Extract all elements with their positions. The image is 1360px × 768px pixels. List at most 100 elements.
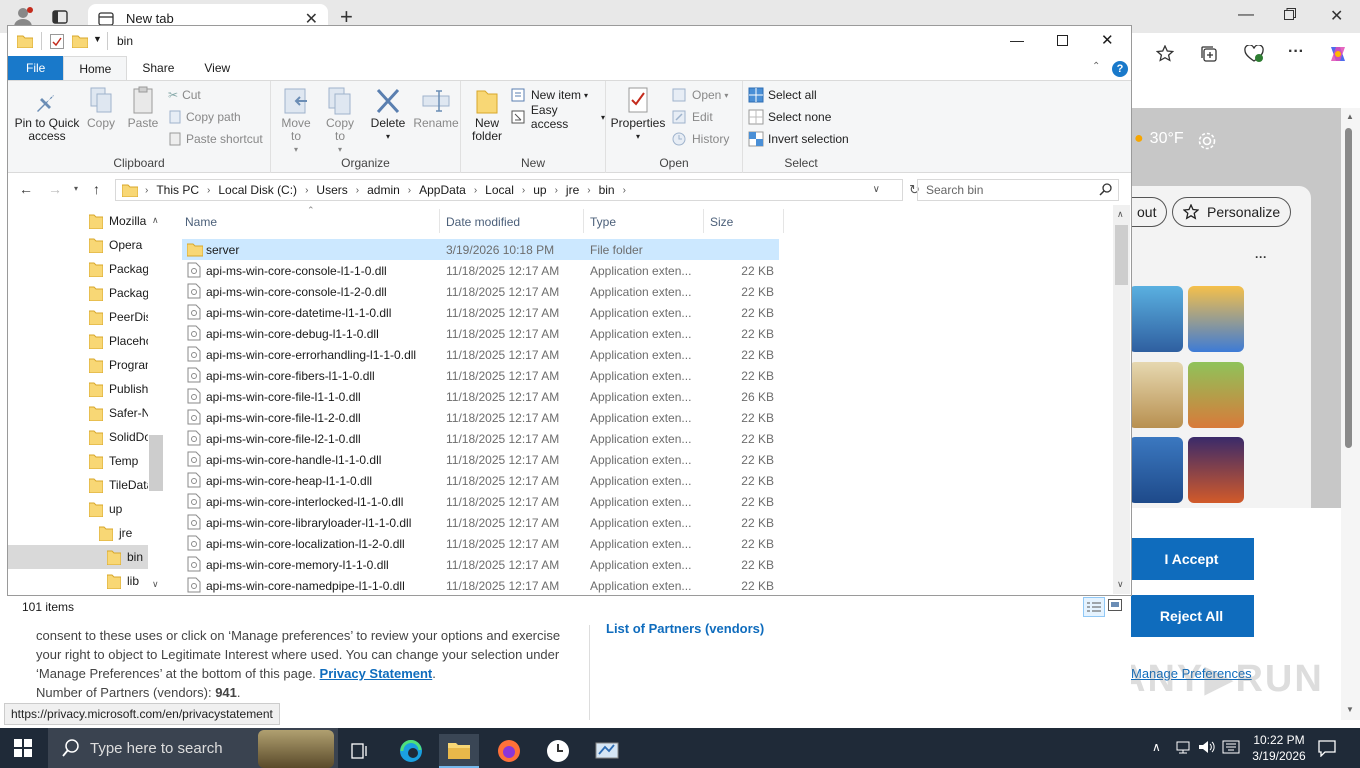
- file-row[interactable]: server 3/19/2026 10:18 PM File folder: [182, 239, 779, 260]
- reject-all-button[interactable]: Reject All: [1129, 595, 1254, 637]
- page-settings-icon[interactable]: [1197, 131, 1217, 151]
- file-row[interactable]: api-ms-win-core-file-l2-1-0.dll 11/18/202…: [182, 428, 779, 449]
- recent-locations-icon[interactable]: ▾: [74, 184, 78, 193]
- nav-item[interactable]: Publish: [8, 377, 148, 401]
- breadcrumb-up[interactable]: up: [528, 183, 551, 197]
- nav-item[interactable]: SolidDo: [8, 425, 148, 449]
- taskbar-search[interactable]: Type here to search: [48, 728, 338, 768]
- tab-view[interactable]: View: [189, 56, 245, 80]
- column-type[interactable]: Type: [590, 211, 616, 233]
- address-bar[interactable]: › This PC › Local Disk (C:) › Users › admin…: [115, 179, 920, 201]
- search-input[interactable]: Search bin: [917, 179, 1119, 201]
- file-row[interactable]: api-ms-win-core-datetime-l1-1-0.dll 11/18…: [182, 302, 779, 323]
- new-item-button[interactable]: New item ▾: [511, 85, 588, 105]
- qat-new-folder-icon[interactable]: [72, 34, 88, 48]
- nav-item[interactable]: PeerDis: [8, 305, 148, 329]
- browser-essentials-icon[interactable]: [1244, 45, 1264, 63]
- properties-button[interactable]: Properties ▾: [610, 85, 666, 143]
- copy-path-button[interactable]: Copy path: [168, 107, 241, 127]
- invert-selection-button[interactable]: Invert selection: [748, 129, 849, 149]
- profile-icon[interactable]: [12, 6, 34, 28]
- maximize-icon[interactable]: [1057, 35, 1068, 46]
- show-hidden-icons[interactable]: ∧: [1152, 740, 1161, 754]
- nav-item[interactable]: Mozilla: [8, 209, 148, 233]
- game-tile-2[interactable]: [1188, 286, 1244, 352]
- breadcrumb-users[interactable]: Users: [311, 183, 352, 197]
- history-button[interactable]: History: [672, 129, 729, 149]
- file-row[interactable]: api-ms-win-core-memory-l1-1-0.dll 11/18/2…: [182, 554, 779, 575]
- weather-widget[interactable]: ● 30°F: [1134, 130, 1184, 148]
- forward-icon[interactable]: →: [48, 181, 62, 197]
- easy-access-button[interactable]: Easy access ▾: [511, 103, 605, 131]
- edge-taskbar-icon[interactable]: [391, 734, 431, 768]
- nav-item[interactable]: jre: [8, 521, 148, 545]
- breadcrumb-jre[interactable]: jre: [561, 183, 584, 197]
- file-row[interactable]: api-ms-win-core-handle-l1-1-0.dll 11/18/2…: [182, 449, 779, 470]
- file-explorer-taskbar-icon[interactable]: [439, 734, 479, 768]
- nav-item[interactable]: Placeho: [8, 329, 148, 353]
- tab-home[interactable]: Home: [63, 56, 128, 80]
- column-size[interactable]: Size: [710, 211, 733, 233]
- nav-item[interactable]: Packag: [8, 281, 148, 305]
- column-name[interactable]: Name: [185, 211, 217, 233]
- filelist-scrollbar[interactable]: ∧ ∨: [1113, 205, 1130, 594]
- page-scrollbar[interactable]: ▲ ▼: [1341, 108, 1360, 720]
- navpane-scrollbar[interactable]: ∧ ∨: [148, 205, 165, 594]
- file-row[interactable]: api-ms-win-core-namedpipe-l1-1-0.dll 11/1…: [182, 575, 779, 596]
- copy-to-button[interactable]: Copy to ▾: [323, 85, 357, 156]
- breadcrumb-appdata[interactable]: AppData: [414, 183, 471, 197]
- qat-dropdown-icon[interactable]: ▼: [93, 34, 102, 44]
- collections-icon[interactable]: [1200, 45, 1218, 63]
- personalize-button[interactable]: Personalize: [1172, 197, 1292, 227]
- game-tile-4[interactable]: [1188, 362, 1244, 428]
- paste-button[interactable]: Paste: [126, 85, 160, 130]
- delete-button[interactable]: Delete ▾: [369, 85, 407, 143]
- nav-item[interactable]: lib: [8, 569, 148, 593]
- copilot-icon[interactable]: [1327, 43, 1349, 65]
- breadcrumb-local[interactable]: Local: [480, 183, 519, 197]
- page-scrollbar-thumb[interactable]: [1345, 128, 1352, 448]
- large-icons-view-icon[interactable]: [1108, 599, 1122, 611]
- select-all-button[interactable]: Select all: [748, 85, 817, 105]
- file-row[interactable]: api-ms-win-core-interlocked-l1-1-0.dll 11…: [182, 491, 779, 512]
- minimize-browser-icon[interactable]: —: [1238, 6, 1254, 24]
- nav-item[interactable]: bin: [8, 545, 148, 569]
- clock[interactable]: 10:22 PM 3/19/2026: [1250, 732, 1308, 764]
- task-view-icon[interactable]: [340, 734, 380, 768]
- back-icon[interactable]: ←: [19, 181, 33, 197]
- file-row[interactable]: api-ms-win-core-localization-l1-2-0.dll 1…: [182, 533, 779, 554]
- details-view-icon[interactable]: [1083, 597, 1105, 617]
- game-tile-5[interactable]: [1129, 437, 1183, 503]
- filelist-scrollbar-thumb[interactable]: [1115, 225, 1128, 285]
- more-options-icon[interactable]: ···: [1288, 43, 1304, 61]
- minimize-icon[interactable]: —: [1010, 32, 1024, 48]
- partners-list-link[interactable]: List of Partners (vendors): [606, 621, 764, 636]
- file-row[interactable]: api-ms-win-core-console-l1-1-0.dll 11/18/…: [182, 260, 779, 281]
- open-button[interactable]: Open ▾: [672, 85, 728, 105]
- new-folder-button[interactable]: New folder: [465, 85, 509, 143]
- file-row[interactable]: api-ms-win-core-file-l1-2-0.dll 11/18/202…: [182, 407, 779, 428]
- file-row[interactable]: api-ms-win-core-errorhandling-l1-1-0.dll…: [182, 344, 779, 365]
- column-date-modified[interactable]: Date modified: [446, 211, 520, 233]
- navpane-scrollbar-thumb[interactable]: [149, 435, 163, 491]
- nav-item[interactable]: Program: [8, 353, 148, 377]
- qat-properties-icon[interactable]: [50, 34, 64, 49]
- nav-item[interactable]: Packag: [8, 257, 148, 281]
- file-row[interactable]: api-ms-win-core-debug-l1-1-0.dll 11/18/20…: [182, 323, 779, 344]
- vertical-tabs-icon[interactable]: [52, 9, 68, 25]
- partial-button[interactable]: out: [1127, 197, 1168, 227]
- breadcrumb-local-disk[interactable]: Local Disk (C:): [213, 183, 302, 197]
- nav-item[interactable]: Temp: [8, 449, 148, 473]
- edit-button[interactable]: Edit: [672, 107, 713, 127]
- volume-icon[interactable]: [1198, 739, 1216, 755]
- help-icon[interactable]: ?: [1112, 61, 1128, 77]
- tab-share[interactable]: Share: [127, 56, 189, 80]
- remote-app-taskbar-icon[interactable]: [587, 734, 627, 768]
- feed-more-icon[interactable]: ···: [1255, 250, 1267, 264]
- pin-quick-access-button[interactable]: Pin to Quick access: [12, 85, 82, 143]
- collapse-ribbon-icon[interactable]: ⌃: [1092, 61, 1100, 72]
- game-tile-1[interactable]: [1129, 286, 1183, 352]
- nav-item[interactable]: TileData: [8, 473, 148, 497]
- network-icon[interactable]: [1175, 739, 1191, 755]
- file-row[interactable]: api-ms-win-core-console-l1-2-0.dll 11/18/…: [182, 281, 779, 302]
